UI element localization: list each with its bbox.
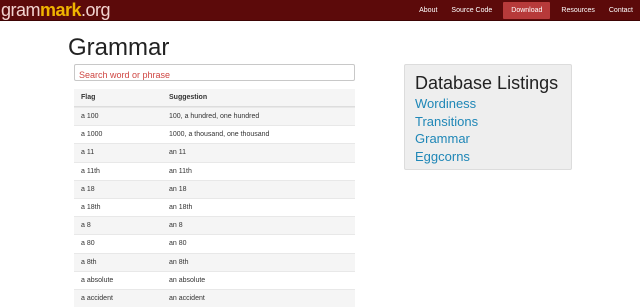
suggestion-cell: an 8th	[169, 258, 189, 266]
table-row: a 80 an 80	[74, 234, 355, 252]
table-row: a 18th an 18th	[74, 197, 355, 216]
top-navbar: grammark.org About Source Code Download …	[0, 0, 640, 21]
search-box	[74, 64, 355, 83]
suggestion-cell: an 18th	[169, 204, 193, 212]
table-header-row: Flag Suggestion	[74, 89, 355, 107]
link-eggcorns[interactable]: Eggcorns	[415, 148, 561, 166]
flag-cell: a 11	[81, 149, 95, 157]
suggestion-cell: 100, a hundred, one hundred	[169, 113, 260, 121]
nav-menu: About Source Code Download Resources Con…	[412, 0, 640, 21]
search-input[interactable]	[75, 67, 354, 83]
table-row: a absolute an absolute	[74, 270, 355, 289]
link-wordiness[interactable]: Wordiness	[415, 95, 561, 113]
flag-cell: a absolute	[81, 276, 114, 284]
flag-cell: a 11th	[81, 167, 100, 175]
nav-item-about[interactable]: About	[412, 0, 444, 21]
nav-item-download[interactable]: Download	[503, 2, 551, 19]
suggestion-cell: an absolute	[169, 276, 206, 284]
flag-cell: a accident	[81, 294, 113, 302]
suggestion-cell: an 80	[169, 240, 187, 248]
flag-cell: a 18th	[81, 204, 101, 212]
flag-cell: a 18	[81, 185, 95, 193]
table-row: a accident an accident	[74, 288, 355, 307]
nav-item-source-code[interactable]: Source Code	[444, 0, 499, 21]
logo-text-org: .org	[81, 0, 111, 20]
table-row: a 11 an 11	[74, 143, 355, 162]
table-row: a 11th an 11th	[74, 161, 355, 180]
flag-cell: a 80	[81, 240, 95, 248]
flag-cell: a 8th	[81, 258, 97, 266]
page-title: Grammar	[68, 34, 170, 61]
suggestion-cell: 1000, a thousand, one thousand	[169, 131, 270, 139]
link-grammar[interactable]: Grammar	[415, 130, 561, 148]
table-row: a 1000 1000, a thousand, one thousand	[74, 125, 355, 143]
grammar-table: Flag Suggestion a 100 100, a hundred, one…	[74, 89, 355, 307]
suggestion-cell: an 11th	[169, 167, 192, 175]
nav-item-resources[interactable]: Resources	[554, 0, 601, 21]
site-logo[interactable]: grammark.org	[1, 0, 111, 21]
panel-title: Database Listings	[415, 73, 559, 93]
logo-text-gram: gram	[1, 0, 41, 20]
database-listings-panel: Database Listings Wordiness Transitions …	[404, 64, 572, 170]
logo-text-mark: mark	[40, 0, 82, 20]
nav-item-contact[interactable]: Contact	[602, 0, 640, 21]
table-row: a 8th an 8th	[74, 252, 355, 271]
flag-cell: a 1000	[81, 131, 103, 139]
column-header-suggestion: Suggestion	[169, 94, 208, 101]
suggestion-cell: an 18	[169, 185, 187, 193]
suggestion-cell: an 8	[169, 222, 183, 230]
suggestion-cell: an 11	[169, 149, 186, 157]
table-row: a 8 an 8	[74, 216, 355, 235]
table-row: a 18 an 18	[74, 179, 355, 198]
link-transitions[interactable]: Transitions	[415, 113, 561, 131]
table-row: a 100 100, a hundred, one hundred	[74, 107, 355, 126]
flag-cell: a 100	[81, 113, 99, 121]
column-header-flag: Flag	[81, 94, 96, 101]
flag-cell: a 8	[81, 222, 91, 230]
suggestion-cell: an accident	[169, 294, 205, 302]
